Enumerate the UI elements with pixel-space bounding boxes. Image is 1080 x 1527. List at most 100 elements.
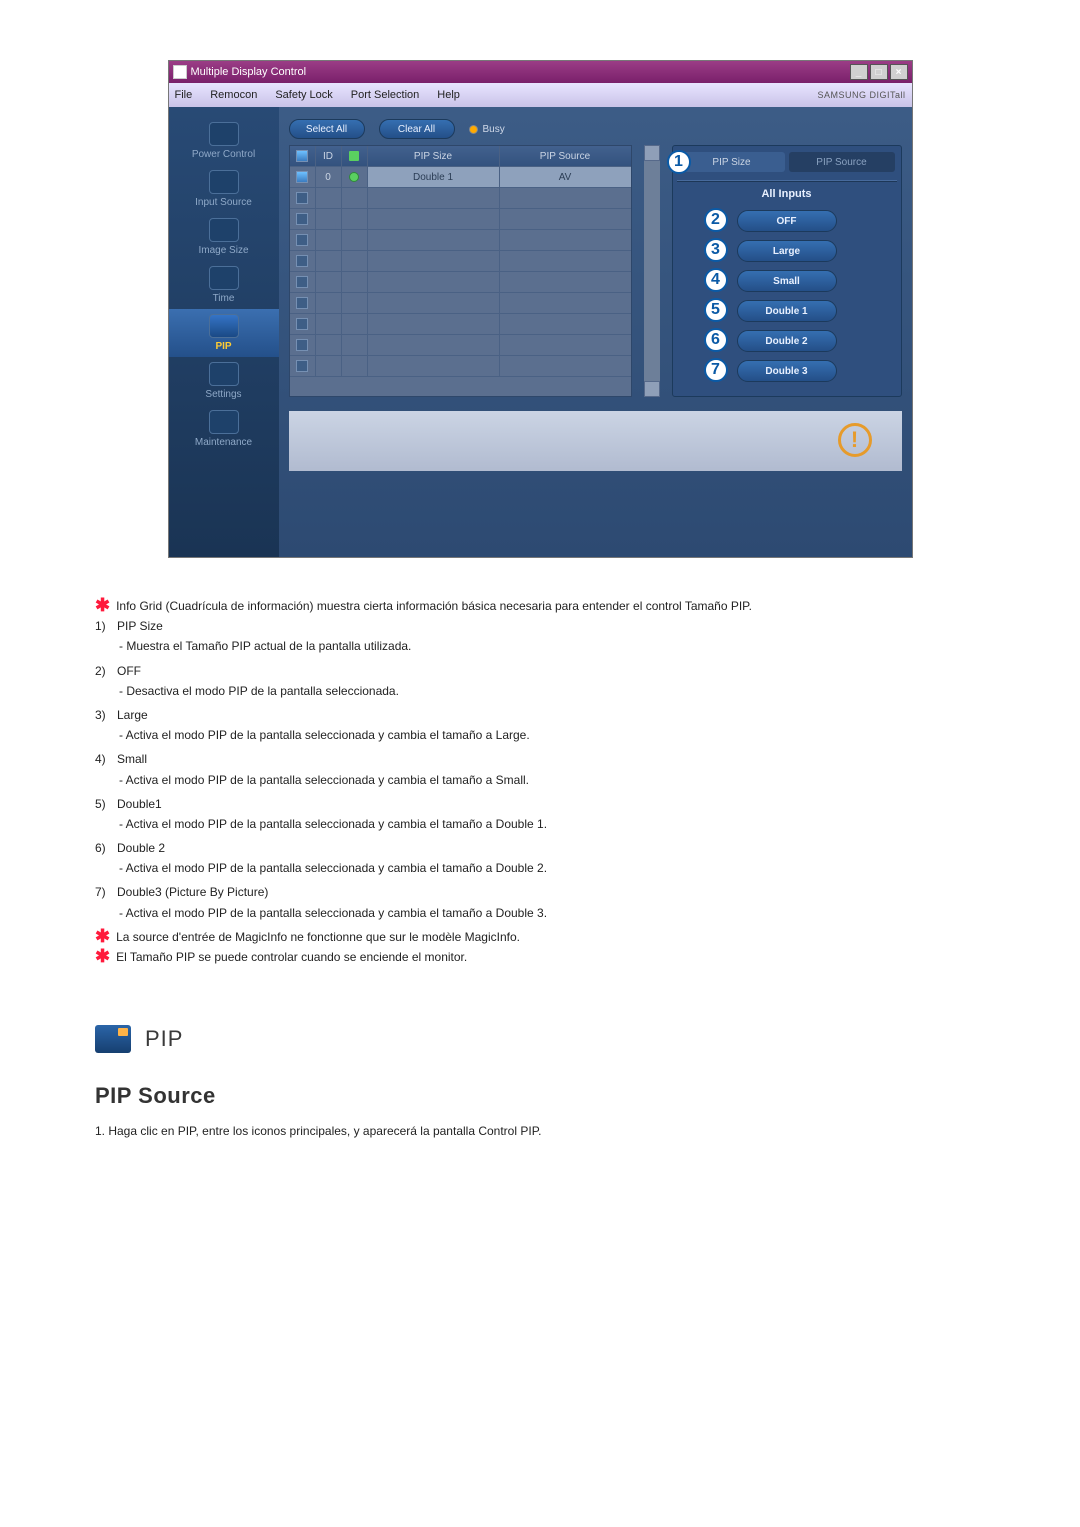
table-row[interactable] (290, 188, 631, 209)
sidebar: Power Control Input Source Image Size Ti… (169, 107, 279, 557)
busy-label: Busy (483, 124, 505, 135)
select-all-button[interactable]: Select All (289, 119, 365, 139)
table-row[interactable] (290, 251, 631, 272)
col-id[interactable]: ID (316, 146, 342, 166)
pip-source-heading: PIP Source (95, 1083, 985, 1109)
col-pip-size[interactable]: PIP Size (368, 146, 500, 166)
doc-title-3: Large (117, 707, 148, 723)
table-row[interactable] (290, 314, 631, 335)
callout-3: 3 (704, 238, 728, 262)
row-checkbox-icon[interactable] (296, 297, 308, 309)
row-checkbox-icon[interactable] (296, 234, 308, 246)
table-row[interactable]: 0 Double 1 AV (290, 167, 631, 188)
doc-detail-4: - Activa el modo PIP de la pantalla sele… (119, 772, 985, 788)
sidebar-item-maintenance[interactable]: Maintenance (169, 405, 279, 453)
row-checkbox-icon[interactable] (296, 339, 308, 351)
tab-pip-size-label: PIP Size (712, 157, 750, 168)
menu-help[interactable]: Help (437, 89, 460, 101)
pip-double3-button[interactable]: 7 Double 3 (737, 360, 837, 382)
row-checkbox-icon[interactable] (296, 171, 308, 183)
doc-title-6: Double 2 (117, 840, 165, 856)
row-checkbox-icon[interactable] (296, 318, 308, 330)
row-checkbox-icon[interactable] (296, 360, 308, 372)
menu-port-selection[interactable]: Port Selection (351, 89, 419, 101)
bullet-star-icon: ✱ (95, 949, 110, 963)
menu-remocon[interactable]: Remocon (210, 89, 257, 101)
pip-double2-button[interactable]: 6 Double 2 (737, 330, 837, 352)
sidebar-item-time[interactable]: Time (169, 261, 279, 309)
header-checkbox-icon (296, 150, 308, 162)
pip-small-button[interactable]: 4 Small (737, 270, 837, 292)
scroll-down-icon[interactable] (644, 381, 660, 397)
main-area: Select All Clear All Busy ID P (279, 107, 912, 557)
pip-heading-title: PIP (145, 1026, 183, 1052)
pip-icon (209, 314, 239, 338)
table-row[interactable] (290, 356, 631, 377)
col-checkbox[interactable] (290, 146, 316, 166)
grid-header: ID PIP Size PIP Source (290, 146, 631, 167)
table-row[interactable] (290, 230, 631, 251)
row-checkbox-icon[interactable] (296, 192, 308, 204)
sidebar-item-pip[interactable]: PIP (169, 309, 279, 357)
cell-id: 0 (316, 167, 342, 187)
workspace: Power Control Input Source Image Size Ti… (169, 107, 912, 557)
cell-source: AV (500, 167, 631, 187)
top-controls: Select All Clear All Busy (289, 119, 902, 139)
time-icon (209, 266, 239, 290)
col-status[interactable] (342, 146, 368, 166)
image-size-icon (209, 218, 239, 242)
doc-num-3: 3) (95, 707, 117, 723)
sidebar-item-settings[interactable]: Settings (169, 357, 279, 405)
table-row[interactable] (290, 335, 631, 356)
all-inputs-label: All Inputs (679, 188, 895, 200)
pip-double2-label: Double 2 (765, 336, 807, 347)
power-icon (209, 122, 239, 146)
clear-all-button[interactable]: Clear All (379, 119, 455, 139)
sidebar-item-image-size[interactable]: Image Size (169, 213, 279, 261)
row-checkbox-icon[interactable] (296, 213, 308, 225)
status-strip: ! (289, 411, 902, 471)
bullet-star-icon: ✱ (95, 929, 110, 943)
brand-logo: SAMSUNG DIGITall (817, 90, 905, 100)
maintenance-icon (209, 410, 239, 434)
sidebar-item-label: Input Source (195, 197, 252, 208)
pip-double1-button[interactable]: 5 Double 1 (737, 300, 837, 322)
callout-6: 6 (704, 328, 728, 352)
sidebar-item-input-source[interactable]: Input Source (169, 165, 279, 213)
maximize-button[interactable]: □ (870, 64, 888, 80)
doc-note-1: La source d'entrée de MagicInfo ne fonct… (116, 929, 520, 945)
minimize-button[interactable]: _ (850, 64, 868, 80)
callout-5: 5 (704, 298, 728, 322)
close-button[interactable]: × (890, 64, 908, 80)
panel-divider (677, 180, 897, 182)
pip-large-button[interactable]: 3 Large (737, 240, 837, 262)
grid-scrollbar[interactable] (644, 145, 660, 397)
sidebar-item-label: Maintenance (195, 437, 252, 448)
pip-large-label: Large (773, 246, 800, 257)
sidebar-item-power-control[interactable]: Power Control (169, 117, 279, 165)
callout-2: 2 (704, 208, 728, 232)
scroll-up-icon[interactable] (644, 145, 660, 161)
menu-file[interactable]: File (175, 89, 193, 101)
callout-4: 4 (704, 268, 728, 292)
app-icon (173, 65, 187, 79)
doc-detail-2: - Desactiva el modo PIP de la pantalla s… (119, 683, 985, 699)
menu-safety-lock[interactable]: Safety Lock (275, 89, 332, 101)
row-checkbox-icon[interactable] (296, 255, 308, 267)
table-row[interactable] (290, 209, 631, 230)
pip-section-icon (95, 1025, 131, 1053)
table-row[interactable] (290, 293, 631, 314)
doc-num-1: 1) (95, 618, 117, 634)
input-source-icon (209, 170, 239, 194)
col-pip-source[interactable]: PIP Source (500, 146, 631, 166)
doc-num-7: 7) (95, 884, 117, 900)
row-checkbox-icon[interactable] (296, 276, 308, 288)
tab-pip-source[interactable]: PIP Source (789, 152, 895, 172)
pip-off-button[interactable]: 2 OFF (737, 210, 837, 232)
pip-size-panel: 1 PIP Size PIP Source All Inputs 2 OFF (672, 145, 902, 397)
callout-1: 1 (667, 150, 691, 174)
pip-double1-label: Double 1 (765, 306, 807, 317)
tab-pip-size[interactable]: 1 PIP Size (679, 152, 785, 172)
pip-section-heading: PIP (95, 1025, 985, 1053)
table-row[interactable] (290, 272, 631, 293)
